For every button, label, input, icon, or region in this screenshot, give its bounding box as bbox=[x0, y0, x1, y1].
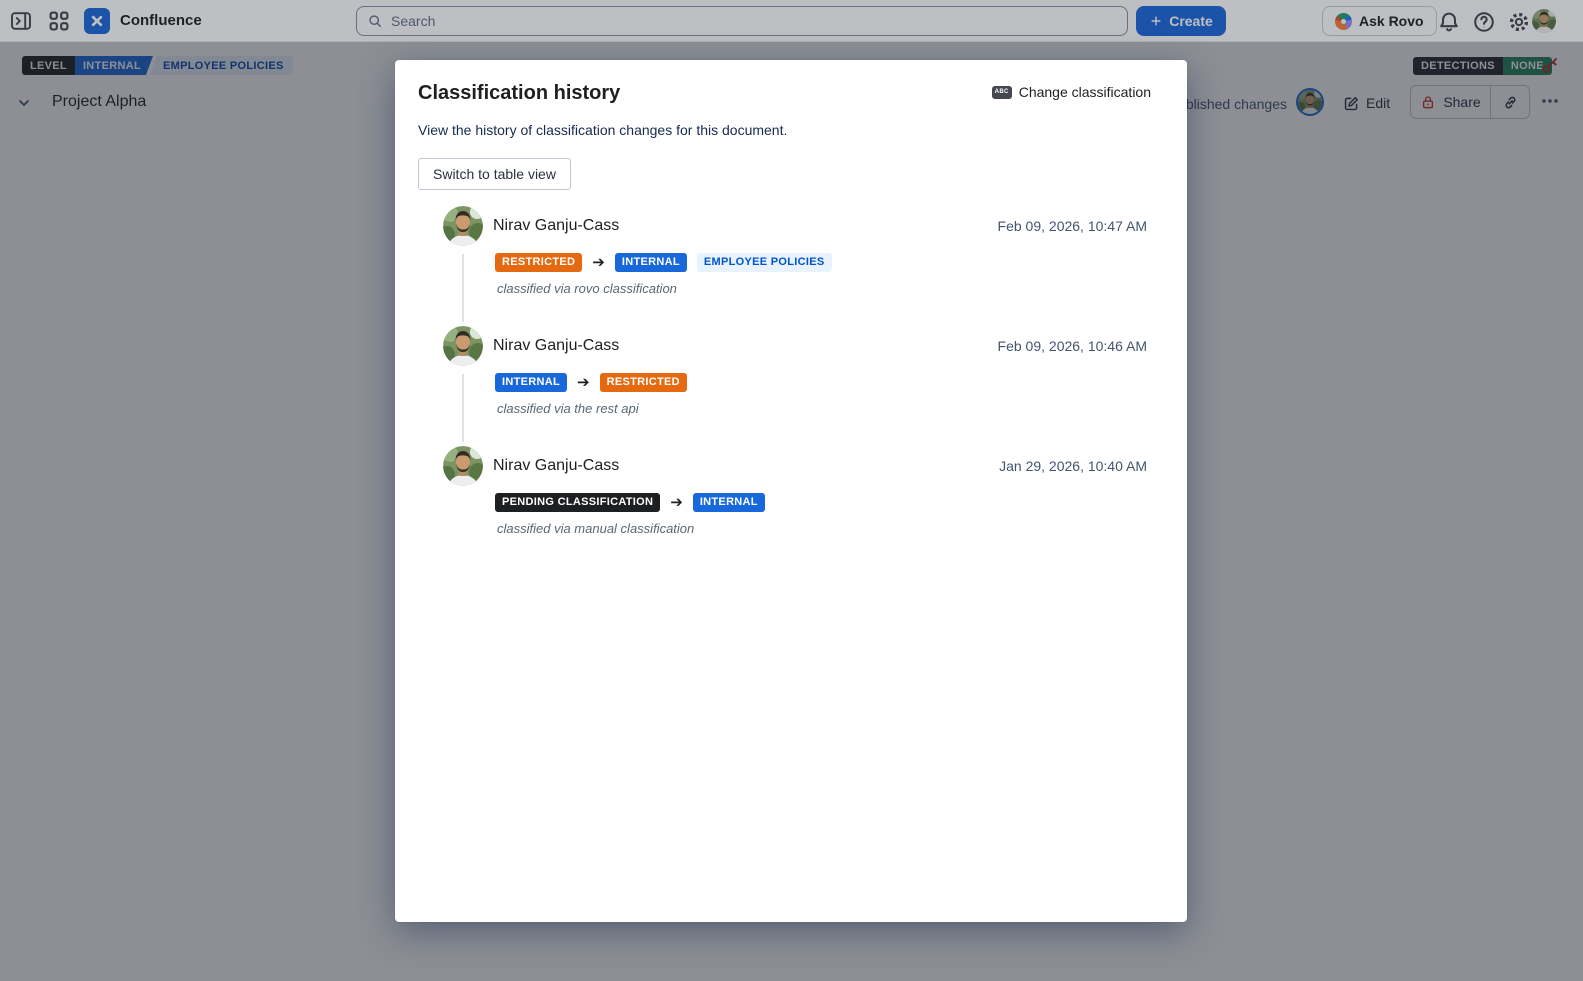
entry-timestamp: Jan 29, 2026, 10:40 AM bbox=[999, 458, 1147, 474]
share-label: Share bbox=[1443, 94, 1480, 110]
classification-badge-from: RESTRICTED bbox=[495, 253, 582, 272]
chevron-down-icon bbox=[16, 95, 32, 111]
author-name: Nirav Ganju-Cass bbox=[493, 457, 619, 475]
app-switcher-icon bbox=[47, 9, 71, 33]
switch-to-table-view-button[interactable]: Switch to table view bbox=[418, 158, 571, 190]
modal-title: Classification history bbox=[418, 82, 620, 105]
classification-note: classified via manual classification bbox=[497, 521, 1147, 536]
history-entry: Nirav Ganju-Cass Feb 09, 2026, 10:46 AM … bbox=[443, 326, 1147, 446]
author-name: Nirav Ganju-Cass bbox=[493, 217, 619, 235]
share-button-group: Share bbox=[1410, 85, 1530, 119]
classification-change: RESTRICTED ➔ INTERNAL EMPLOYEE POLICIES bbox=[495, 253, 1147, 272]
edit-icon bbox=[1343, 95, 1360, 112]
search-input[interactable] bbox=[391, 13, 1117, 29]
settings-button[interactable] bbox=[1506, 9, 1532, 35]
classification-history-modal: Classification history ABC Change classi… bbox=[395, 60, 1187, 922]
change-classification-label: Change classification bbox=[1019, 84, 1151, 100]
author-name: Nirav Ganju-Cass bbox=[493, 337, 619, 355]
arrow-right-icon: ➔ bbox=[577, 375, 590, 390]
ask-rovo-label: Ask Rovo bbox=[1359, 13, 1424, 29]
modal-description: View the history of classification chang… bbox=[418, 122, 787, 138]
screen: Confluence Create Ask Rovo LEVEL bbox=[0, 0, 1583, 981]
edit-button[interactable]: Edit bbox=[1343, 90, 1390, 116]
top-navigation-bar: Confluence Create Ask Rovo bbox=[0, 0, 1583, 42]
ask-rovo-button[interactable]: Ask Rovo bbox=[1322, 6, 1437, 36]
collapse-button[interactable] bbox=[14, 94, 34, 114]
search-bar[interactable] bbox=[356, 6, 1128, 36]
gear-icon bbox=[1507, 10, 1531, 34]
arrow-right-icon: ➔ bbox=[670, 495, 683, 510]
search-icon bbox=[367, 13, 383, 29]
classification-note: classified via rovo classification bbox=[497, 281, 1147, 296]
change-classification-button[interactable]: ABC Change classification bbox=[992, 84, 1151, 100]
copy-link-button[interactable] bbox=[1491, 86, 1529, 118]
classification-level-label: LEVEL bbox=[22, 56, 75, 75]
author-avatar bbox=[443, 206, 483, 246]
classification-badge-to: RESTRICTED bbox=[600, 373, 687, 392]
classification-change: INTERNAL ➔ RESTRICTED bbox=[495, 373, 1147, 392]
bell-icon bbox=[1437, 10, 1461, 34]
detections-label: DETECTIONS bbox=[1413, 57, 1503, 75]
app-title: Confluence bbox=[120, 0, 202, 42]
confluence-logo[interactable] bbox=[84, 8, 110, 34]
help-button[interactable] bbox=[1471, 9, 1497, 35]
entry-timestamp: Feb 09, 2026, 10:46 AM bbox=[998, 338, 1147, 354]
page-title: Project Alpha bbox=[52, 93, 146, 111]
author-avatar bbox=[443, 446, 483, 486]
classification-badge-from: INTERNAL bbox=[495, 373, 567, 392]
app-switcher-button[interactable] bbox=[46, 8, 72, 34]
arrow-right-icon: ➔ bbox=[592, 255, 605, 270]
history-entry: Nirav Ganju-Cass Feb 09, 2026, 10:47 AM … bbox=[443, 206, 1147, 326]
detections-badge: DETECTIONS NONE bbox=[1413, 57, 1552, 75]
entry-timestamp: Feb 09, 2026, 10:47 AM bbox=[998, 218, 1147, 234]
classification-note: classified via the rest api bbox=[497, 401, 1147, 416]
classification-badge-to: INTERNAL bbox=[693, 493, 765, 512]
link-icon bbox=[1502, 94, 1519, 111]
history-entry: Nirav Ganju-Cass Jan 29, 2026, 10:40 AM … bbox=[443, 446, 1147, 566]
key-icon[interactable] bbox=[1540, 55, 1560, 75]
rovo-icon bbox=[1335, 13, 1352, 30]
classification-history-list: Nirav Ganju-Cass Feb 09, 2026, 10:47 AM … bbox=[443, 206, 1147, 566]
classification-level-value: INTERNAL bbox=[75, 56, 153, 75]
classification-badge-from: PENDING CLASSIFICATION bbox=[495, 493, 660, 512]
author-avatar bbox=[443, 326, 483, 366]
classification-change: PENDING CLASSIFICATION ➔ INTERNAL bbox=[495, 493, 1147, 512]
classification-category-badge: EMPLOYEE POLICIES bbox=[697, 253, 832, 272]
classification-category-badge: EMPLOYEE POLICIES bbox=[150, 56, 293, 75]
sidebar-toggle-icon bbox=[9, 9, 33, 33]
collaborator-avatar[interactable] bbox=[1296, 88, 1324, 116]
help-icon bbox=[1472, 10, 1496, 34]
classification-badge-to: INTERNAL bbox=[615, 253, 687, 272]
notifications-button[interactable] bbox=[1436, 9, 1462, 35]
create-button[interactable]: Create bbox=[1136, 6, 1226, 36]
share-button[interactable]: Share bbox=[1411, 86, 1490, 118]
create-button-label: Create bbox=[1169, 13, 1213, 29]
more-horizontal-icon bbox=[1540, 91, 1560, 111]
user-avatar[interactable] bbox=[1532, 9, 1556, 33]
plus-icon bbox=[1149, 14, 1163, 28]
more-actions-button[interactable] bbox=[1537, 90, 1563, 114]
classification-flag[interactable]: LEVEL INTERNAL EMPLOYEE POLICIES bbox=[22, 56, 293, 75]
sidebar-toggle-button[interactable] bbox=[8, 8, 34, 34]
lock-icon bbox=[1420, 94, 1436, 110]
classification-tag-icon: ABC bbox=[992, 86, 1012, 99]
edit-label: Edit bbox=[1366, 95, 1390, 111]
